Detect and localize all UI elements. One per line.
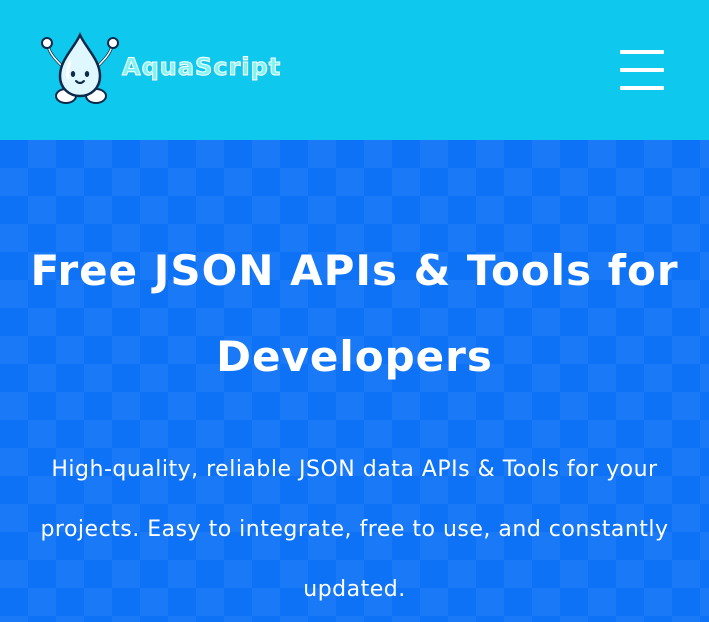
brand-name: AquaScript xyxy=(121,53,282,82)
brand-home-link[interactable]: AquaScript xyxy=(40,32,281,108)
menu-bar-bottom xyxy=(620,86,664,90)
menu-bar-middle xyxy=(620,68,664,72)
menu-bar-top xyxy=(620,50,664,54)
hero-title: Free JSON APIs & Tools for Developers xyxy=(30,246,679,381)
water-drop-mascot-icon xyxy=(40,32,120,108)
page: AquaScript Free JSON APIs & Tools for De… xyxy=(0,0,709,622)
hero-section: Free JSON APIs & Tools for Developers Hi… xyxy=(0,140,709,622)
site-header: AquaScript xyxy=(0,0,709,140)
menu-button[interactable] xyxy=(616,50,664,90)
hero-subtitle: High-quality, reliable JSON data APIs & … xyxy=(40,457,669,602)
